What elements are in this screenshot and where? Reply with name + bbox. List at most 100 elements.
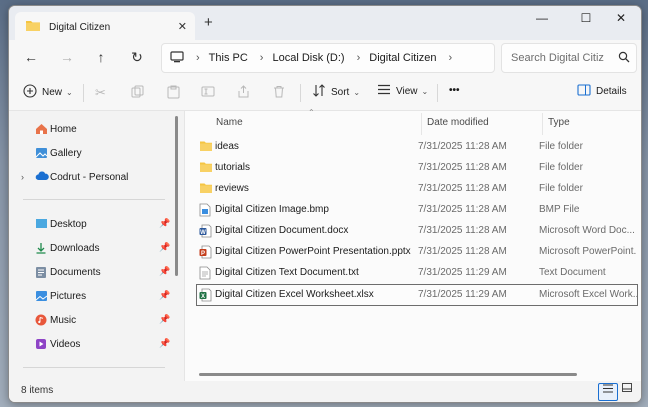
file-name: ideas bbox=[215, 141, 239, 152]
view-label: View bbox=[396, 85, 418, 97]
file-type: File folder bbox=[539, 183, 583, 194]
pin-icon[interactable]: 📌 bbox=[159, 242, 170, 253]
sidebar-item-pictures[interactable]: Pictures 📌 bbox=[9, 285, 179, 307]
column-divider[interactable] bbox=[542, 113, 543, 135]
maximize-button[interactable]: ☐ bbox=[571, 11, 601, 25]
folder-icon bbox=[25, 19, 41, 35]
sort-label: Sort bbox=[331, 86, 350, 98]
new-button[interactable]: New ⌄ bbox=[23, 84, 73, 101]
breadcrumb-local-disk[interactable]: Local Disk (D:) bbox=[272, 52, 344, 64]
sort-icon bbox=[312, 84, 326, 100]
pin-icon[interactable]: 📌 bbox=[159, 266, 170, 277]
sidebar-item-home[interactable]: Home bbox=[9, 118, 179, 140]
cut-icon[interactable]: ✂ bbox=[95, 85, 106, 101]
tab-digital-citizen[interactable]: Digital Citizen ✕ bbox=[15, 12, 195, 42]
close-window-button[interactable]: ✕ bbox=[606, 11, 636, 25]
cloud-icon bbox=[35, 171, 49, 184]
search-icon bbox=[618, 51, 630, 66]
sort-ascending-icon: ⌃ bbox=[308, 108, 315, 117]
new-tab-button[interactable]: + bbox=[204, 14, 213, 31]
sidebar-item-downloads[interactable]: Downloads 📌 bbox=[9, 237, 179, 259]
breadcrumb-separator: › bbox=[448, 52, 453, 64]
view-button[interactable]: View ⌄ bbox=[377, 84, 428, 98]
share-icon[interactable] bbox=[237, 85, 250, 101]
details-pane-icon bbox=[577, 84, 591, 99]
rename-icon[interactable] bbox=[201, 85, 215, 101]
documents-icon bbox=[35, 266, 47, 282]
sidebar-item-label: Codrut - Personal bbox=[50, 172, 129, 183]
search-placeholder: Search Digital Citiz bbox=[511, 52, 604, 64]
sidebar-item-label: Videos bbox=[50, 339, 81, 350]
navigation-bar: ← → ↑ ↻ › This PC › Local Disk (D:) › Di… bbox=[9, 40, 641, 76]
tab-close-button[interactable]: ✕ bbox=[178, 20, 187, 33]
sidebar-item-desktop[interactable]: Desktop 📌 bbox=[9, 213, 179, 235]
chevron-down-icon: ⌄ bbox=[421, 86, 429, 96]
computer-icon bbox=[170, 50, 184, 66]
pin-icon[interactable]: 📌 bbox=[159, 314, 170, 325]
view-icon bbox=[377, 84, 391, 98]
sidebar-item-documents[interactable]: Documents 📌 bbox=[9, 261, 179, 283]
sidebar-item-videos[interactable]: Videos 📌 bbox=[9, 333, 179, 355]
up-button[interactable]: ↑ bbox=[91, 49, 111, 65]
file-type: Microsoft Excel Work... bbox=[539, 289, 637, 300]
divider bbox=[437, 84, 438, 102]
svg-text:P: P bbox=[201, 251, 205, 257]
details-button[interactable]: Details bbox=[577, 84, 627, 99]
copy-icon[interactable] bbox=[131, 85, 144, 101]
file-date: 7/31/2025 11:29 AM bbox=[418, 289, 507, 300]
breadcrumb-separator: › bbox=[259, 52, 264, 64]
videos-icon bbox=[35, 338, 47, 353]
forward-button[interactable]: → bbox=[57, 49, 77, 65]
pin-icon[interactable]: 📌 bbox=[159, 218, 170, 229]
download-icon bbox=[35, 242, 47, 257]
sidebar-item-label: Home bbox=[50, 124, 77, 135]
status-bar: 8 items bbox=[9, 381, 641, 402]
file-type: Text Document bbox=[539, 267, 606, 278]
tiles-view-button[interactable] bbox=[618, 383, 636, 399]
excel-file-icon: X bbox=[199, 288, 212, 305]
more-options-button[interactable]: ••• bbox=[449, 85, 460, 96]
file-row-xlsx[interactable]: X Digital Citizen Excel Worksheet.xlsx 7… bbox=[196, 284, 638, 306]
sidebar-item-label: Documents bbox=[50, 267, 101, 278]
column-header-name[interactable]: Name bbox=[216, 117, 243, 128]
back-button[interactable]: ← bbox=[21, 49, 41, 65]
file-row-docx[interactable]: W Digital Citizen Document.docx 7/31/202… bbox=[197, 221, 637, 241]
breadcrumb-digital-citizen[interactable]: Digital Citizen bbox=[369, 52, 436, 64]
pin-icon[interactable]: 📌 bbox=[159, 290, 170, 301]
details-view-button[interactable] bbox=[598, 383, 618, 401]
refresh-button[interactable]: ↻ bbox=[127, 49, 147, 66]
address-bar[interactable]: › This PC › Local Disk (D:) › Digital Ci… bbox=[161, 43, 495, 73]
file-type: File folder bbox=[539, 141, 583, 152]
sort-button[interactable]: Sort ⌄ bbox=[312, 84, 360, 100]
file-row-txt[interactable]: Digital Citizen Text Document.txt 7/31/2… bbox=[197, 263, 637, 283]
file-row-pptx[interactable]: P Digital Citizen PowerPoint Presentatio… bbox=[197, 242, 637, 262]
sidebar-item-onedrive[interactable]: Codrut - Personal bbox=[9, 166, 179, 188]
file-row-tutorials[interactable]: tutorials 7/31/2025 11:28 AM File folder bbox=[197, 158, 637, 178]
breadcrumb-this-pc[interactable]: This PC bbox=[209, 52, 248, 64]
navigation-pane-scrollbar[interactable] bbox=[175, 116, 178, 276]
details-view-icon bbox=[603, 384, 613, 396]
file-name: Digital Citizen Image.bmp bbox=[215, 204, 329, 215]
column-header-date[interactable]: Date modified bbox=[427, 117, 489, 128]
file-list-horizontal-scrollbar[interactable] bbox=[199, 373, 577, 376]
minimize-button[interactable]: — bbox=[527, 11, 557, 25]
sidebar-item-gallery[interactable]: Gallery bbox=[9, 142, 179, 164]
file-name: tutorials bbox=[215, 162, 251, 173]
paste-icon[interactable] bbox=[167, 85, 180, 102]
search-box[interactable]: Search Digital Citiz bbox=[501, 43, 637, 73]
tab-title: Digital Citizen bbox=[49, 21, 111, 33]
file-row-reviews[interactable]: reviews 7/31/2025 11:28 AM File folder bbox=[197, 179, 637, 199]
pin-icon[interactable]: 📌 bbox=[159, 338, 170, 349]
powerpoint-file-icon: P bbox=[199, 245, 212, 262]
file-date: 7/31/2025 11:28 AM bbox=[418, 183, 507, 194]
file-row-bmp[interactable]: Digital Citizen Image.bmp 7/31/2025 11:2… bbox=[197, 200, 637, 220]
column-divider[interactable] bbox=[421, 113, 422, 135]
column-header-type[interactable]: Type bbox=[548, 117, 570, 128]
file-row-ideas[interactable]: ideas 7/31/2025 11:28 AM File folder bbox=[197, 137, 637, 157]
word-file-icon: W bbox=[199, 224, 212, 241]
file-date: 7/31/2025 11:28 AM bbox=[418, 141, 507, 152]
navigation-pane: Home Gallery › Codrut - Personal Desktop… bbox=[9, 111, 183, 381]
sidebar-item-music[interactable]: Music 📌 bbox=[9, 309, 179, 331]
sidebar-item-label: Gallery bbox=[50, 148, 82, 159]
delete-icon[interactable] bbox=[273, 85, 285, 101]
